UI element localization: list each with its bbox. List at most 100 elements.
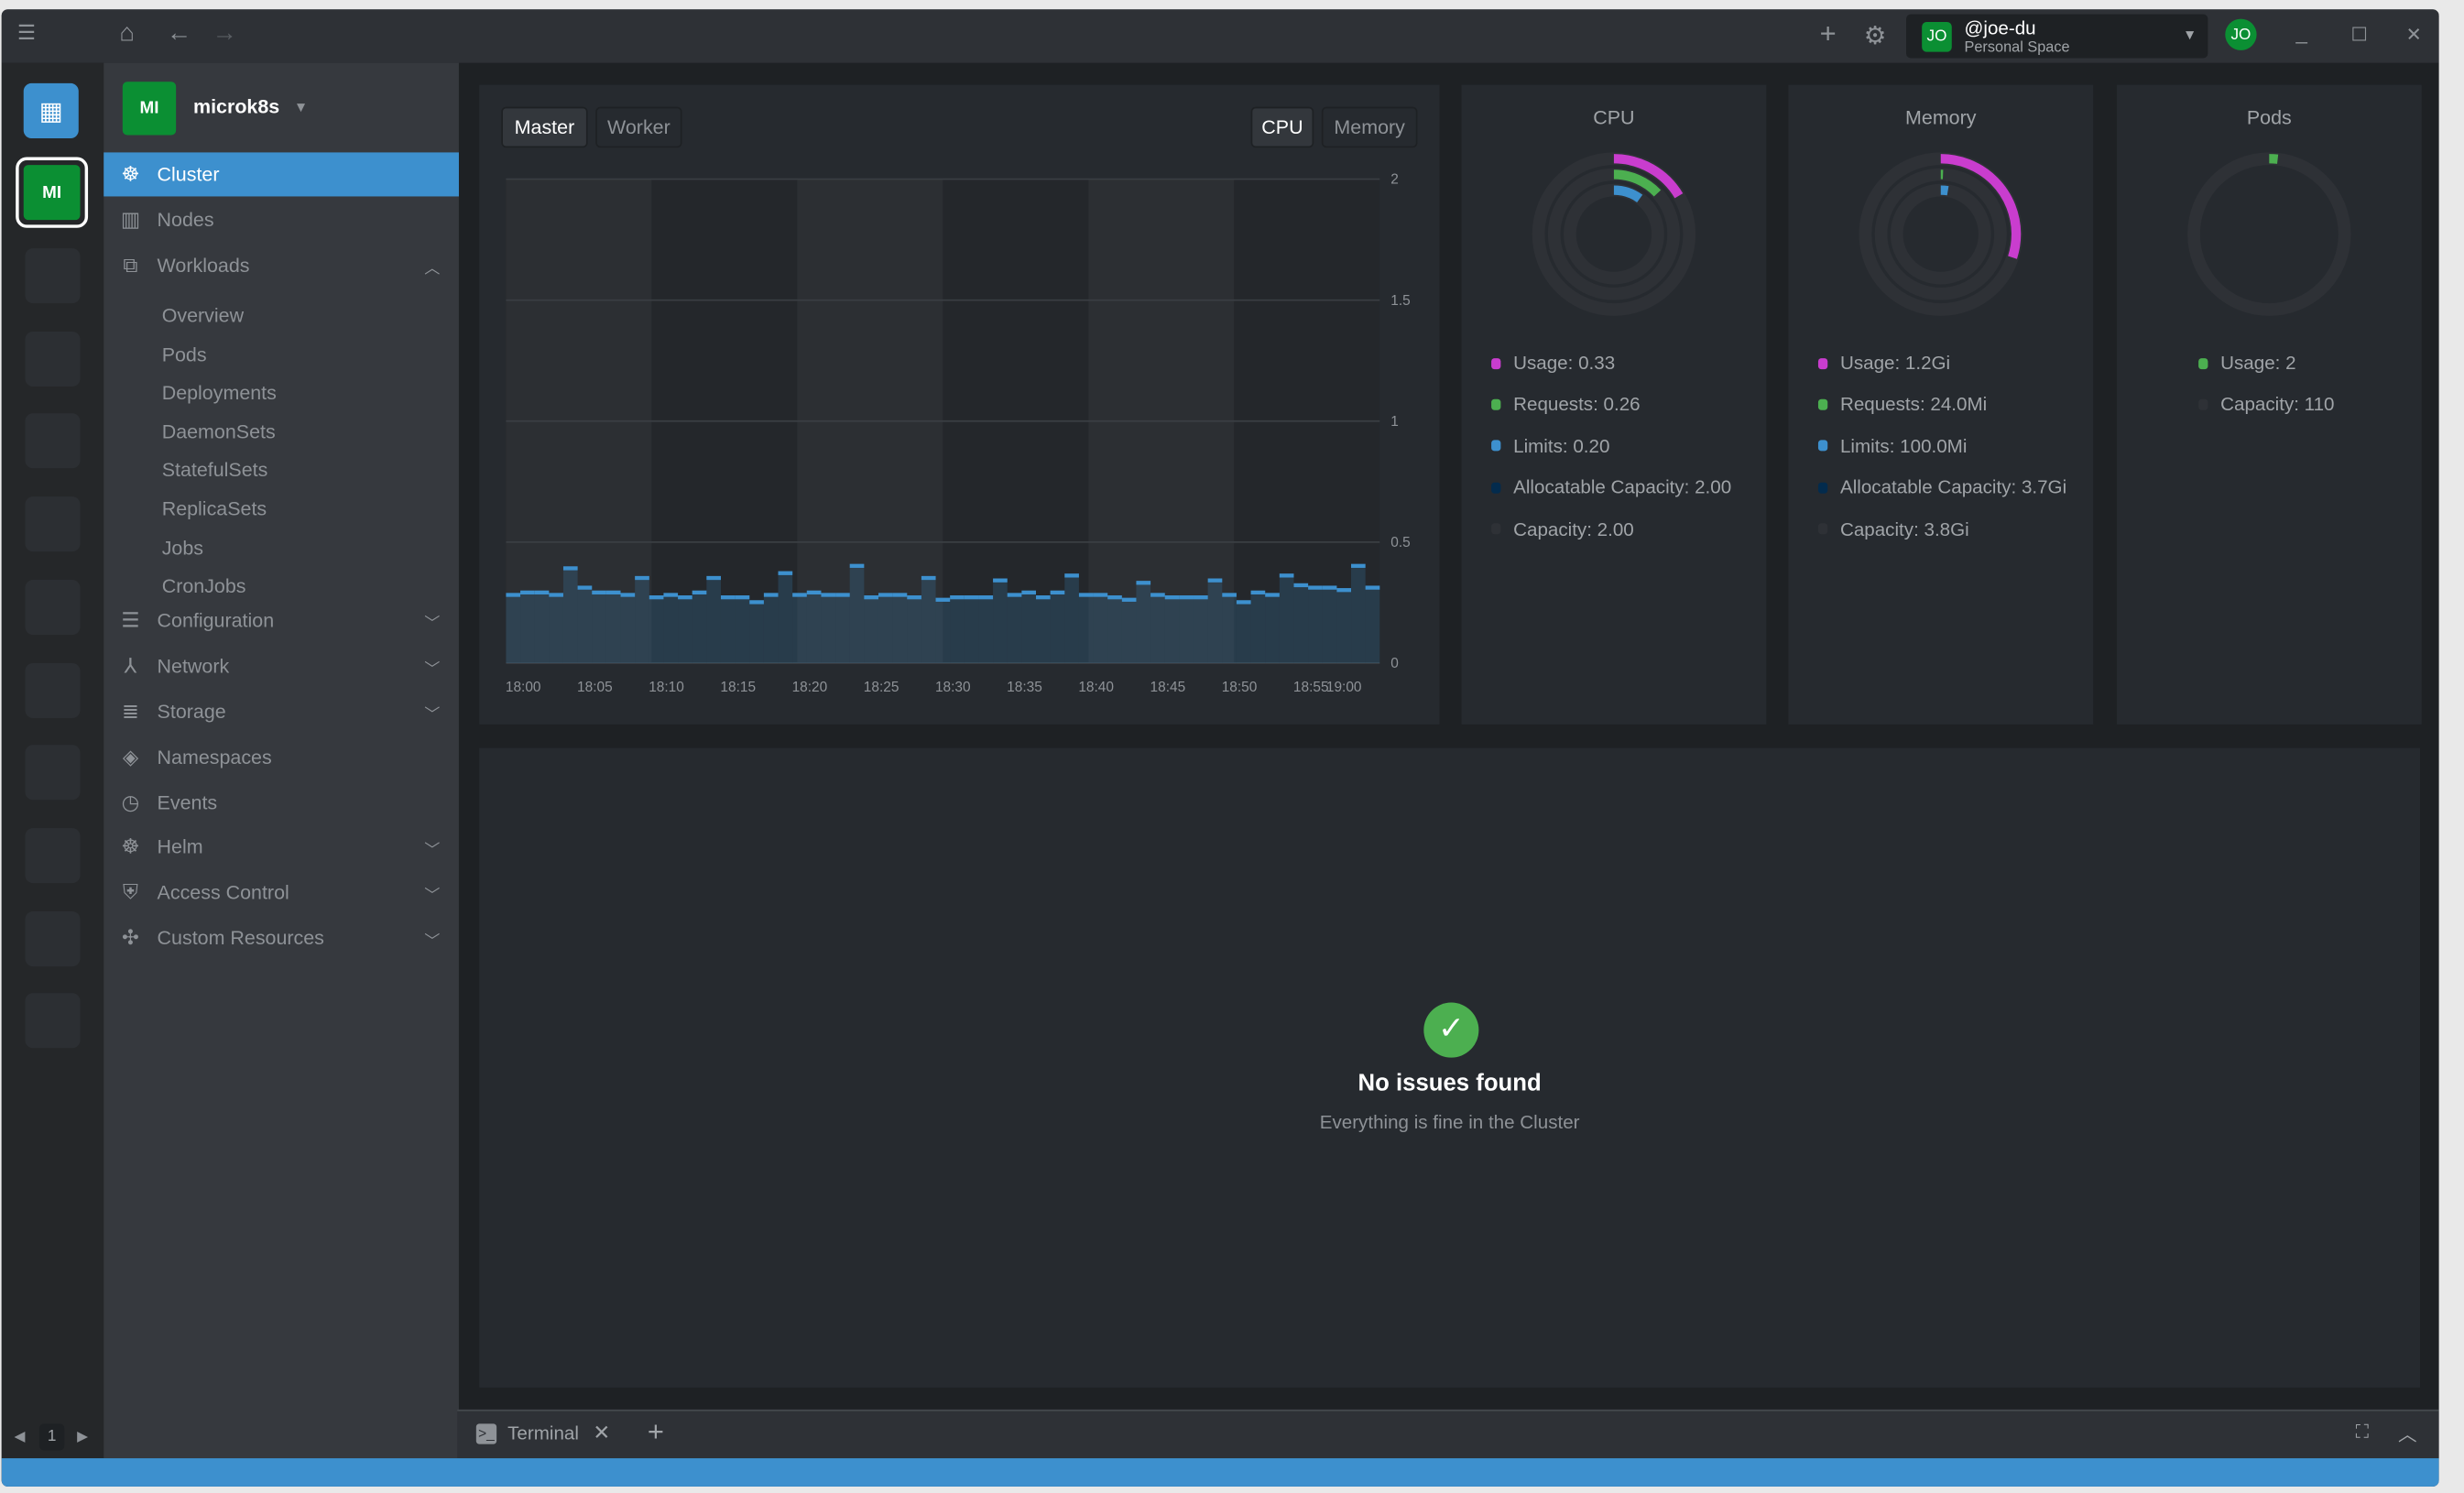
hotbar-empty-slot[interactable] [25, 496, 81, 552]
chart-bar [506, 593, 521, 663]
chart-bar-top [1121, 597, 1137, 602]
chevron-down-icon[interactable]: ﹀ [424, 609, 440, 633]
x-tick-label: 19:00 [1326, 680, 1362, 695]
chevron-down-icon[interactable]: ﹀ [424, 700, 440, 724]
chart-bar-top [534, 590, 550, 595]
chart-bar-top [1007, 593, 1022, 597]
cluster-name[interactable]: microk8s [193, 96, 279, 118]
y-tick-label: 2 [1390, 172, 1399, 188]
back-arrow-icon[interactable]: ← [167, 20, 191, 49]
home-icon[interactable]: ⌂ [119, 20, 135, 49]
chart-bar [806, 590, 822, 663]
minimize-icon[interactable]: _ [2295, 20, 2306, 44]
avatar[interactable]: JO [2225, 18, 2257, 50]
chevron-up-icon[interactable]: ︿ [424, 254, 440, 278]
chart-bar [735, 595, 750, 663]
nodes-icon: ▥ [120, 207, 140, 232]
sidebar-item-configuration[interactable]: ☰ Configuration ﹀ [104, 599, 459, 643]
hotbar-empty-slot[interactable] [25, 579, 81, 635]
fullscreen-icon[interactable]: ⛶ [2356, 1421, 2369, 1444]
chart-bar-top [562, 566, 578, 571]
chart-bar [720, 595, 736, 663]
hotbar-cluster-microk8s[interactable]: MI [16, 157, 89, 228]
x-tick-label: 18:15 [720, 680, 756, 695]
hotbar-empty-slot[interactable] [25, 662, 81, 718]
sidebar-subitem-cronjobs[interactable]: CronJobs [162, 575, 246, 597]
chevron-up-icon[interactable]: ︿ [2398, 1421, 2417, 1447]
sidebar-subitem-statefulsets[interactable]: StatefulSets [162, 460, 268, 482]
app-window: ☰ ⌂ ← → + ⚙ JO @joe-du Personal Space ▼ … [1, 9, 2439, 1487]
x-tick-label: 18:25 [864, 680, 899, 695]
sidebar-item-nodes[interactable]: ▥ Nodes [104, 198, 459, 242]
metric-panel-pods: Pods Usage: 2 Capacity: 110 [2116, 84, 2422, 725]
hotbar-next-icon[interactable]: ▶ [77, 1428, 88, 1445]
forward-arrow-icon[interactable]: → [213, 20, 237, 49]
sidebar-item-cluster[interactable]: ☸ Cluster [104, 152, 459, 197]
hotbar-empty-slot[interactable] [25, 413, 81, 469]
chart-bar [1351, 563, 1366, 663]
hotbar-empty-slot[interactable] [25, 827, 81, 883]
user-space-selector[interactable]: JO @joe-du Personal Space ▼ [1906, 14, 2208, 59]
sidebar-item-access-control[interactable]: ⛨ Access Control ﹀ [104, 870, 459, 914]
chart-bar-top [520, 590, 535, 595]
hotbar-page[interactable]: 1 [38, 1423, 65, 1451]
chart-bar-top [778, 571, 793, 575]
chevron-down-icon[interactable]: ﹀ [424, 655, 440, 678]
chart-bar-top [806, 590, 822, 595]
chevron-down-icon[interactable]: ▼ [294, 99, 308, 114]
hotbar-empty-slot[interactable] [25, 248, 81, 304]
hotbar-empty-slot[interactable] [25, 910, 81, 966]
hotbar-prev-icon[interactable]: ◀ [14, 1428, 25, 1445]
sidebar-subitem-deployments[interactable]: Deployments [162, 382, 277, 404]
sidebar-subitem-daemonsets[interactable]: DaemonSets [162, 420, 276, 442]
sidebar-item-workloads[interactable]: ⧉ Workloads ︿ [104, 244, 459, 288]
chart-bar-top [678, 595, 692, 600]
y-tick-label: 1.5 [1390, 293, 1410, 309]
chart-bar-top [605, 590, 621, 595]
hotbar-empty-slot[interactable] [25, 993, 81, 1049]
sidebar-item-helm[interactable]: ☸ Helm ﹀ [104, 825, 459, 869]
chart-bar [635, 575, 649, 663]
chart-bar [1036, 595, 1051, 663]
menu-icon[interactable]: ☰ [17, 20, 36, 45]
sidebar-item-custom-resources[interactable]: ✣ Custom Resources ﹀ [104, 916, 459, 960]
maximize-icon[interactable]: ☐ [2351, 24, 2368, 46]
chevron-down-icon[interactable]: ﹀ [424, 881, 440, 904]
terminal-icon: >_ [475, 1422, 497, 1444]
new-tab-icon[interactable]: + [648, 1416, 664, 1449]
sidebar-subitem-replicasets[interactable]: ReplicaSets [162, 498, 267, 520]
hotbar-empty-slot[interactable] [25, 745, 81, 801]
dock-tab-terminal[interactable]: >_ Terminal ✕ [475, 1421, 610, 1445]
chart-bar-top [1351, 563, 1366, 568]
add-icon[interactable]: + [1820, 17, 1837, 50]
sidebar-item-namespaces[interactable]: ◈ Namespaces [104, 736, 459, 779]
chart-bar [663, 593, 679, 663]
chart-bar-top [907, 595, 921, 600]
sidebar-subitem-overview[interactable]: Overview [162, 305, 244, 327]
legend-swatch [1491, 398, 1501, 410]
chart-bar-top [978, 595, 994, 600]
legend-item: Allocatable Capacity: 3.7Gi [1817, 476, 2066, 498]
catalog-icon[interactable]: ▦ [23, 82, 79, 138]
sidebar-subitem-jobs[interactable]: Jobs [162, 537, 203, 559]
legend-label: Usage: 0.33 [1513, 352, 1616, 375]
donut-chart [2187, 152, 2351, 316]
legend-item: Usage: 2 [2198, 352, 2296, 374]
helm-icon: ☸ [121, 834, 140, 858]
close-icon[interactable]: ✕ [2406, 24, 2422, 46]
sidebar-item-network[interactable]: ⅄ Network ﹀ [104, 644, 459, 688]
sidebar-subitem-pods[interactable]: Pods [162, 343, 207, 365]
close-tab-icon[interactable]: ✕ [593, 1421, 610, 1445]
cluster-metrics-chart-panel: Master Worker CPU Memory 2 1.5 1 0.5 0 18:00 1… [479, 84, 1440, 725]
chart-bar [1365, 585, 1380, 663]
chart-bar-top [935, 597, 951, 602]
gear-icon[interactable]: ⚙ [1864, 20, 1887, 51]
hotbar: ▦ MI ◀ 1 ▶ [1, 62, 104, 1459]
sidebar-item-events[interactable]: ◷ Events [104, 781, 459, 825]
chevron-down-icon[interactable]: ﹀ [424, 926, 440, 950]
chart-bar [964, 595, 979, 663]
hotbar-empty-slot[interactable] [25, 331, 81, 387]
sidebar-item-storage[interactable]: ≣ Storage ﹀ [104, 690, 459, 734]
chevron-down-icon[interactable]: ﹀ [424, 835, 440, 859]
chart-bar-top [1194, 595, 1208, 600]
